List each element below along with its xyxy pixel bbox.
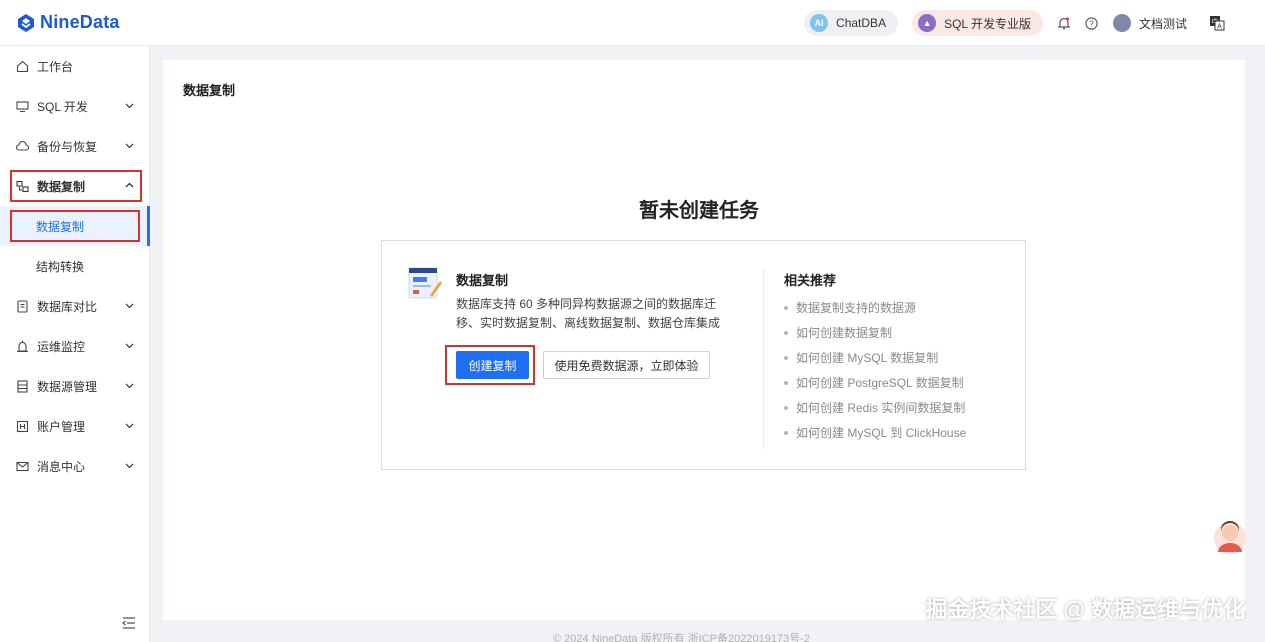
- chevron-down-icon: [125, 343, 134, 349]
- bullet-icon: [784, 330, 788, 335]
- empty-state-title: 暂未创建任务: [639, 200, 759, 222]
- recommend-list: 数据复制支持的数据源 如何创建数据复制 如何创建 MySQL 数据复制 如何创建…: [784, 295, 966, 445]
- ninedata-logo-icon: [18, 13, 34, 32]
- highlight-box-replication: [10, 170, 142, 202]
- recommend-link-label: 如何创建 MySQL 到 ClickHouse: [796, 426, 967, 440]
- sql-pro-label: SQL 开发专业版: [944, 16, 1031, 31]
- empty-state-card: 数据复制 数据库支持 60 多种同异构数据源之间的数据库迁移、实时数据复制、离线…: [381, 240, 1026, 470]
- sidebar-item-backup[interactable]: 备份与恢复: [0, 126, 150, 166]
- footer-copyright: © 2024 NineData 版权所有 浙ICP备2022019173号-2: [553, 633, 810, 642]
- recommend-link-label: 如何创建 PostgreSQL 数据复制: [796, 376, 964, 390]
- try-free-datasource-button[interactable]: 使用免费数据源，立即体验: [543, 351, 710, 379]
- bell-icon[interactable]: [1057, 16, 1071, 30]
- chevron-down-icon: [125, 423, 134, 429]
- active-indicator: [147, 206, 150, 246]
- sidebar: 工作台 SQL 开发 备份与恢复 数据复制 数据复制 结构转换 数据库对比 运维…: [0, 46, 150, 642]
- sidebar-item-label: 数据库对比: [37, 299, 98, 314]
- alarm-icon: [16, 340, 29, 353]
- collapse-sidebar-icon[interactable]: [122, 616, 136, 630]
- sidebar-item-messages[interactable]: 消息中心: [0, 446, 150, 486]
- avatar: [1112, 14, 1131, 32]
- top-bar: NineData AI ChatDBA ▲ SQL 开发专业版 ? 文档测试 中…: [0, 0, 1265, 46]
- user-name: 文档测试: [1138, 16, 1187, 31]
- mail-icon: [16, 460, 29, 473]
- chevron-down-icon: [125, 103, 134, 109]
- page-title: 数据复制: [183, 83, 236, 98]
- recommend-link[interactable]: 如何创建数据复制: [784, 320, 966, 345]
- sidebar-item-label: 工作台: [37, 59, 74, 74]
- language-icon[interactable]: 中A: [1209, 15, 1225, 31]
- bullet-icon: [784, 405, 788, 410]
- user-menu[interactable]: 文档测试: [1112, 14, 1187, 32]
- sidebar-item-ops-monitor[interactable]: 运维监控: [0, 326, 150, 366]
- sidebar-item-label: 账户管理: [37, 419, 86, 434]
- home-icon: [16, 60, 29, 73]
- compare-icon: [16, 299, 29, 313]
- cloud-icon: [16, 140, 29, 153]
- sidebar-item-workbench[interactable]: 工作台: [0, 46, 150, 86]
- watermark: 掘金技术社区 @ 数据运维与优化: [925, 597, 1245, 622]
- sidebar-item-label: 消息中心: [37, 459, 86, 474]
- chatdba-button[interactable]: AI ChatDBA: [804, 10, 899, 36]
- monitor-icon: [16, 100, 29, 113]
- chevron-down-icon: [125, 383, 134, 389]
- chevron-down-icon: [125, 463, 134, 469]
- highlight-box-replication-sub: [10, 210, 140, 242]
- bullet-icon: [784, 355, 788, 360]
- datasource-icon: [16, 379, 29, 393]
- sidebar-item-label: SQL 开发: [37, 99, 88, 114]
- chevron-down-icon: [125, 303, 134, 309]
- car-icon: ▲: [918, 14, 937, 32]
- bullet-icon: [784, 430, 788, 435]
- bullet-icon: [784, 305, 788, 310]
- recommend-link[interactable]: 数据复制支持的数据源: [784, 295, 966, 320]
- recommend-title: 相关推荐: [784, 273, 837, 288]
- recommend-link[interactable]: 如何创建 PostgreSQL 数据复制: [784, 370, 966, 395]
- sidebar-item-sql-dev[interactable]: SQL 开发: [0, 86, 150, 126]
- account-icon: [16, 420, 29, 433]
- recommend-link[interactable]: 如何创建 MySQL 数据复制: [784, 345, 966, 370]
- logo-text: NineData: [40, 12, 120, 32]
- replication-illustration-icon: [408, 267, 442, 299]
- recommend-link-label: 如何创建 Redis 实例间数据复制: [796, 401, 966, 415]
- sidebar-item-datasource[interactable]: 数据源管理: [0, 366, 150, 406]
- sidebar-item-label: 备份与恢复: [37, 139, 98, 154]
- card-divider: [763, 267, 764, 449]
- recommend-link[interactable]: 如何创建 Redis 实例间数据复制: [784, 395, 966, 420]
- recommend-link-label: 数据复制支持的数据源: [796, 301, 917, 315]
- ai-icon: AI: [810, 14, 829, 32]
- assistant-avatar-icon[interactable]: [1213, 519, 1247, 555]
- sidebar-item-label: 运维监控: [37, 339, 86, 354]
- card-title: 数据复制: [456, 273, 509, 288]
- logo[interactable]: NineData: [16, 12, 120, 33]
- sql-pro-button[interactable]: ▲ SQL 开发专业版: [912, 10, 1043, 36]
- svg-text:?: ?: [1090, 19, 1095, 28]
- sidebar-item-label: 数据源管理: [37, 379, 98, 394]
- sidebar-item-account[interactable]: 账户管理: [0, 406, 150, 446]
- recommend-link-label: 如何创建数据复制: [796, 326, 893, 340]
- sidebar-item-label: 结构转换: [36, 259, 85, 274]
- help-icon[interactable]: ?: [1085, 16, 1099, 30]
- bullet-icon: [784, 380, 788, 385]
- card-description: 数据库支持 60 多种同异构数据源之间的数据库迁移、实时数据复制、离线数据复制、…: [456, 297, 721, 330]
- chevron-down-icon: [125, 143, 134, 149]
- sidebar-subitem-schema-convert[interactable]: 结构转换: [0, 246, 150, 286]
- recommend-link-label: 如何创建 MySQL 数据复制: [796, 351, 939, 365]
- recommend-link[interactable]: 如何创建 MySQL 到 ClickHouse: [784, 420, 966, 445]
- chatdba-label: ChatDBA: [836, 16, 887, 30]
- main-content: 数据复制 暂未创建任务 数据复制 数据库支持 60 多种同异构数据源之间的数据库…: [163, 60, 1245, 620]
- highlight-box-create-button: [445, 345, 535, 385]
- sidebar-item-db-compare[interactable]: 数据库对比: [0, 286, 150, 326]
- svg-text:A: A: [1217, 24, 1222, 31]
